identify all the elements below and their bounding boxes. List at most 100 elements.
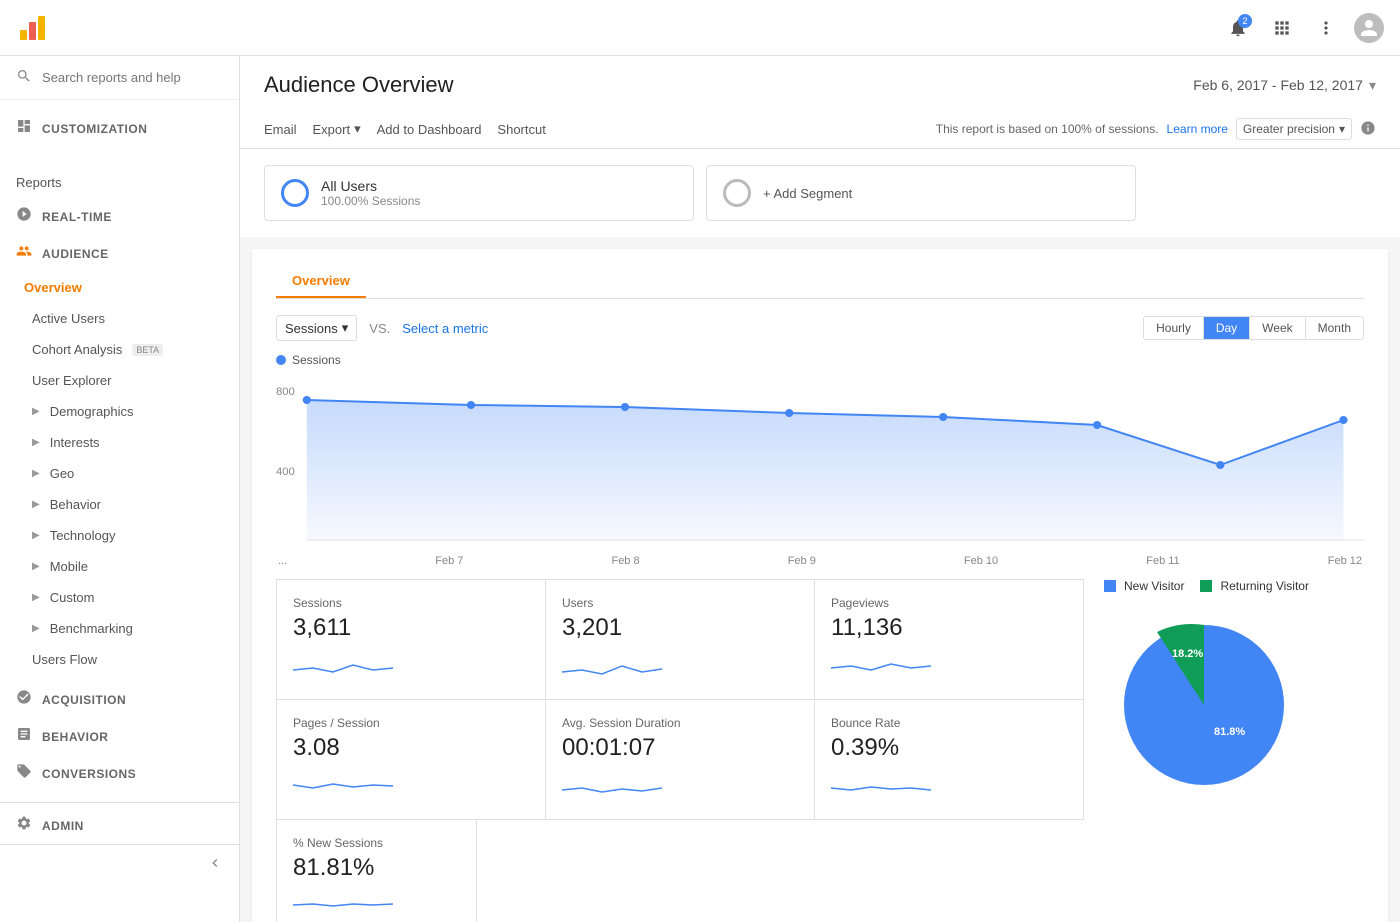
sidebar-item-overview[interactable]: Overview — [0, 272, 239, 303]
metric-bounce-rate: Bounce Rate 0.39% — [815, 700, 1084, 820]
pages-sparkline — [293, 770, 393, 800]
sidebar-item-interests[interactable]: ▶ Interests — [0, 427, 239, 458]
precision-label: Greater precision — [1243, 122, 1335, 136]
add-segment-box[interactable]: + Add Segment — [706, 165, 1136, 221]
month-button[interactable]: Month — [1306, 317, 1363, 339]
time-buttons: Hourly Day Week Month — [1143, 316, 1364, 340]
day-button[interactable]: Day — [1204, 317, 1250, 339]
content-header: Audience Overview Feb 6, 2017 - Feb 12, … — [240, 56, 1400, 149]
admin-icon — [16, 815, 32, 836]
overview-label: Overview — [24, 280, 82, 295]
all-users-sub: 100.00% Sessions — [321, 194, 420, 208]
more-button[interactable] — [1310, 12, 1342, 44]
segments-row: All Users 100.00% Sessions + Add Segment — [240, 149, 1400, 237]
acquisition-header[interactable]: ACQUISITION — [0, 681, 239, 718]
cohort-analysis-label: Cohort Analysis — [32, 342, 122, 357]
date-range-arrow: ▾ — [1369, 77, 1376, 94]
search-icon — [16, 68, 32, 87]
behavior-sub-label: Behavior — [50, 497, 101, 512]
all-users-segment[interactable]: All Users 100.00% Sessions — [264, 165, 694, 221]
pageviews-sparkline — [831, 650, 931, 680]
acquisition-label: ACQUISITION — [42, 693, 126, 707]
hourly-button[interactable]: Hourly — [1144, 317, 1204, 339]
admin-header[interactable]: ADMIN — [0, 802, 239, 844]
audience-icon — [16, 243, 32, 264]
new-sessions-area: % New Sessions 81.81% — [276, 820, 1084, 922]
expand-arrow-custom: ▶ — [32, 592, 40, 603]
notif-badge: 2 — [1238, 14, 1252, 28]
metrics-pie-row: Sessions 3,611 Users 3,201 — [276, 563, 1364, 922]
behavior-header[interactable]: BEHAVIOR — [0, 718, 239, 755]
notifications-button[interactable]: 2 — [1222, 12, 1254, 44]
expand-arrow-technology: ▶ — [32, 530, 40, 541]
realtime-label: REAL-TIME — [42, 210, 112, 224]
topbar: 2 — [0, 0, 1400, 56]
select-metric-link[interactable]: Select a metric — [402, 321, 488, 336]
week-button[interactable]: Week — [1250, 317, 1305, 339]
expand-arrow-demographics: ▶ — [32, 406, 40, 417]
export-arrow-icon: ▾ — [354, 121, 361, 137]
new-visitor-label: New Visitor — [1124, 579, 1184, 593]
conversions-label: CONVERSIONS — [42, 767, 136, 781]
metric-bounce-rate-label: Bounce Rate — [831, 716, 1067, 730]
apps-button[interactable] — [1266, 12, 1298, 44]
metric-sessions: Sessions 3,611 — [277, 580, 546, 700]
user-explorer-label: User Explorer — [32, 373, 111, 388]
metric-avg-session-label: Avg. Session Duration — [562, 716, 798, 730]
export-button[interactable]: Export ▾ — [313, 121, 361, 137]
conversions-icon — [16, 763, 32, 784]
metric-select-dropdown[interactable]: Sessions ▾ — [276, 315, 357, 341]
chart-controls: Sessions ▾ VS. Select a metric Hourly Da… — [276, 315, 1364, 341]
user-avatar[interactable] — [1354, 13, 1384, 43]
svg-text:81.8%: 81.8% — [1214, 726, 1245, 738]
sidebar-item-active-users[interactable]: Active Users — [0, 303, 239, 334]
realtime-header[interactable]: REAL-TIME — [0, 198, 239, 235]
search-input[interactable] — [42, 70, 223, 85]
mobile-label: Mobile — [50, 559, 88, 574]
metric-pageviews: Pageviews 11,136 — [815, 580, 1084, 700]
sidebar-collapse-button[interactable] — [0, 844, 239, 881]
sidebar-item-behavior[interactable]: ▶ Behavior — [0, 489, 239, 520]
customization-label: CUSTOMIZATION — [42, 122, 147, 136]
returning-visitor-label: Returning Visitor — [1220, 579, 1309, 593]
learn-more-link[interactable]: Learn more — [1167, 122, 1228, 136]
sidebar-item-cohort-analysis[interactable]: Cohort Analysis BETA — [0, 334, 239, 365]
main-layout: CUSTOMIZATION Reports REAL-TIME AUDIENCE… — [0, 56, 1400, 922]
chart-x-labels: ... Feb 7 Feb 8 Feb 9 Feb 10 Feb 11 Feb … — [276, 555, 1364, 567]
metric-avg-session-value: 00:01:07 — [562, 734, 798, 762]
tab-overview[interactable]: Overview — [276, 265, 366, 298]
customization-header[interactable]: CUSTOMIZATION — [0, 110, 239, 147]
add-segment-label: + Add Segment — [763, 186, 852, 201]
sessions-legend-dot — [276, 355, 286, 365]
sidebar-item-users-flow[interactable]: Users Flow — [0, 644, 239, 675]
sidebar-item-user-explorer[interactable]: User Explorer — [0, 365, 239, 396]
new-visitor-color — [1104, 580, 1116, 592]
technology-label: Technology — [50, 528, 116, 543]
metric-select-arrow: ▾ — [342, 320, 349, 336]
sidebar-item-demographics[interactable]: ▶ Demographics — [0, 396, 239, 427]
expand-arrow-mobile: ▶ — [32, 561, 40, 572]
audience-header[interactable]: AUDIENCE — [0, 235, 239, 272]
email-button[interactable]: Email — [264, 122, 297, 137]
sidebar-item-custom[interactable]: ▶ Custom — [0, 582, 239, 613]
users-flow-label: Users Flow — [32, 652, 97, 667]
metric-pageviews-value: 11,136 — [831, 614, 1067, 642]
all-users-name: All Users — [321, 178, 420, 194]
sidebar-item-mobile[interactable]: ▶ Mobile — [0, 551, 239, 582]
overview-tab-strip: Overview — [276, 265, 1364, 299]
precision-selector[interactable]: Greater precision ▾ — [1236, 118, 1352, 140]
expand-arrow-geo: ▶ — [32, 468, 40, 479]
acquisition-icon — [16, 689, 32, 710]
sidebar-item-technology[interactable]: ▶ Technology — [0, 520, 239, 551]
shortcut-button[interactable]: Shortcut — [497, 122, 545, 137]
sidebar-item-benchmarking[interactable]: ▶ Benchmarking — [0, 613, 239, 644]
sidebar-item-geo[interactable]: ▶ Geo — [0, 458, 239, 489]
sidebar-search-bar[interactable] — [0, 56, 239, 100]
conversions-header[interactable]: CONVERSIONS — [0, 755, 239, 792]
users-sparkline — [562, 650, 662, 680]
add-dashboard-button[interactable]: Add to Dashboard — [377, 122, 482, 137]
metric-pageviews-label: Pageviews — [831, 596, 1067, 610]
svg-text:18.2%: 18.2% — [1172, 648, 1203, 660]
returning-visitor-legend: Returning Visitor — [1200, 579, 1309, 593]
date-range-selector[interactable]: Feb 6, 2017 - Feb 12, 2017 ▾ — [1193, 77, 1376, 94]
